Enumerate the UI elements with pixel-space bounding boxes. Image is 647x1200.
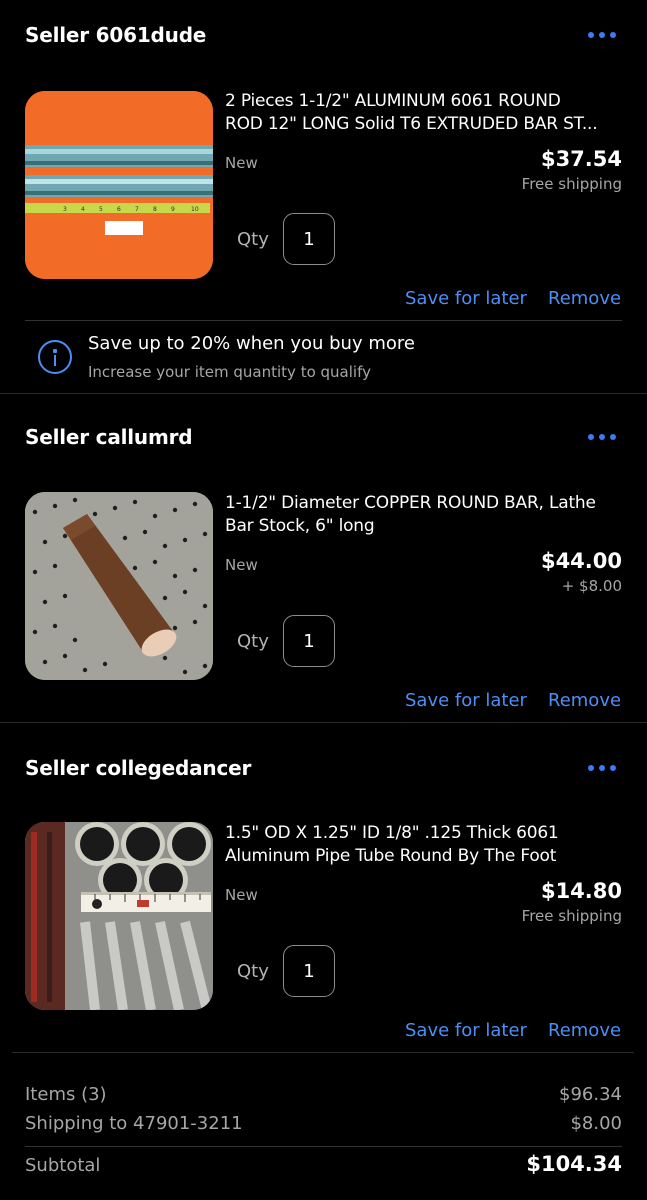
- summary-divider: [25, 1146, 622, 1147]
- seller-header: Seller collegedancer: [25, 753, 622, 793]
- seller-name[interactable]: Seller collegedancer: [25, 753, 251, 783]
- subtotal-label: Subtotal: [25, 1155, 101, 1176]
- item-title-line: 1.5" OD X 1.25" ID 1/8" .125 Thick 6061: [225, 823, 559, 843]
- shipping-label[interactable]: Shipping to 47901-3211: [25, 1113, 243, 1134]
- remove-button[interactable]: Remove: [548, 1020, 621, 1041]
- qty-selector[interactable]: 1: [283, 945, 335, 997]
- save-for-later-button[interactable]: Save for later: [405, 1020, 527, 1041]
- item-price: $14.80: [540, 879, 622, 903]
- shipping-total: $8.00: [570, 1113, 622, 1134]
- item-shipping: Free shipping: [521, 907, 622, 925]
- section-divider: [12, 1052, 634, 1053]
- item-image[interactable]: [25, 822, 213, 1010]
- subtotal-value: $104.34: [526, 1152, 622, 1176]
- item-title-line: Aluminum Pipe Tube Round By The Foot: [225, 846, 557, 866]
- item-title[interactable]: 1.5" OD X 1.25" ID 1/8" .125 Thick 6061 …: [225, 822, 625, 868]
- qty-label: Qty: [237, 961, 269, 982]
- seller-section-collegedancer: Seller collegedancer 1.5" OD X 1.25" ID …: [0, 0, 647, 1052]
- items-total: $96.34: [559, 1084, 622, 1105]
- more-options-icon[interactable]: [588, 761, 618, 775]
- item-condition: New: [225, 886, 258, 904]
- items-count-label: Items (3): [25, 1084, 107, 1105]
